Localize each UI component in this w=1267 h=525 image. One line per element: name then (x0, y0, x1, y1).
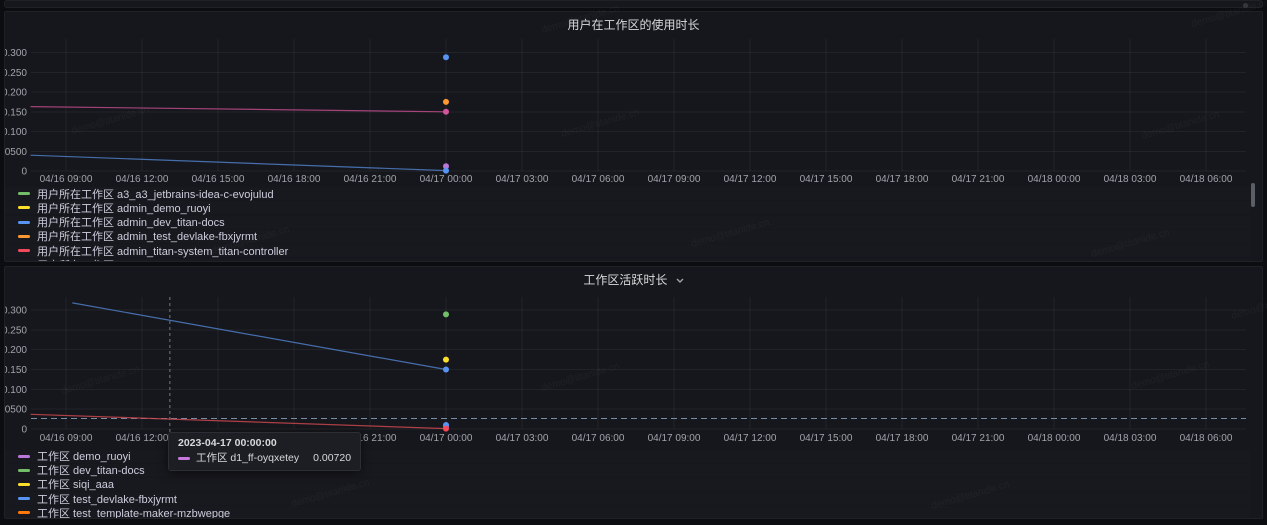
svg-text:04/18 03:00: 04/18 03:00 (1104, 433, 1157, 444)
legend-item[interactable]: 用户所在工作区 a3_a3_jetbrains-idea-c-evojulud (5, 187, 1250, 200)
chart-tooltip: 2023-04-17 00:00:00 工作区 d1_ff-oyqxetey 0… (168, 432, 361, 471)
tooltip-timestamp: 2023-04-17 00:00:00 (178, 437, 351, 450)
svg-text:04/16 09:00: 04/16 09:00 (40, 433, 93, 444)
tooltip-value: 0.00720 (313, 452, 351, 465)
svg-text:0.250: 0.250 (5, 325, 27, 336)
svg-text:04/17 21:00: 04/17 21:00 (952, 174, 1005, 185)
series-color-marker (18, 206, 30, 209)
panel-title[interactable]: 工作区活跃时长 (5, 271, 1262, 288)
dashboard: 用户在工作区的使用时长 0 0.0500 0.100 0.150 0.200 0.250 0… (0, 0, 1267, 525)
legend-item[interactable]: 工作区 test_devlake-fbxjyrmt (5, 492, 1250, 505)
legend-item[interactable]: 工作区 test_template-maker-mzbwepge (5, 506, 1250, 519)
series-color-marker (18, 511, 30, 514)
svg-text:0.0500: 0.0500 (5, 147, 27, 158)
series-color-marker (18, 455, 30, 458)
svg-text:0: 0 (21, 425, 27, 436)
series-color-marker (18, 469, 30, 472)
series-color-marker (18, 483, 30, 486)
svg-text:0.200: 0.200 (5, 345, 27, 356)
svg-text:04/17 15:00: 04/17 15:00 (800, 433, 853, 444)
svg-text:04/16 15:00: 04/16 15:00 (192, 174, 245, 185)
legend-item[interactable]: 用户所在工作区 admin_test_devlake-fbxjyrmt (5, 230, 1250, 243)
collapsed-row[interactable] (4, 0, 1263, 8)
series-color-marker (18, 192, 30, 195)
legend-label: 工作区 test_template-maker-mzbwepge (37, 505, 230, 519)
tooltip-series-name: 工作区 d1_ff-oyqxetey (196, 452, 299, 465)
series-color-marker (18, 249, 30, 252)
svg-text:04/17 06:00: 04/17 06:00 (572, 433, 625, 444)
svg-text:04/17 00:00: 04/17 00:00 (420, 174, 473, 185)
panel-title-text: 用户在工作区的使用时长 (567, 18, 699, 32)
legend-label: 用户所在工作区 (37, 257, 114, 262)
svg-text:0.0500: 0.0500 (5, 405, 27, 416)
svg-text:04/17 15:00: 04/17 15:00 (800, 174, 853, 185)
svg-text:0.300: 0.300 (5, 48, 27, 59)
svg-text:04/17 00:00: 04/17 00:00 (420, 433, 473, 444)
svg-text:04/17 12:00: 04/17 12:00 (724, 174, 777, 185)
svg-text:04/16 21:00: 04/16 21:00 (344, 174, 397, 185)
row-menu-icon[interactable] (1243, 3, 1248, 8)
svg-text:0.150: 0.150 (5, 365, 27, 376)
svg-text:04/17 09:00: 04/17 09:00 (648, 433, 701, 444)
svg-text:0: 0 (21, 167, 27, 178)
chevron-down-icon (676, 272, 684, 286)
svg-text:04/17 12:00: 04/17 12:00 (724, 433, 777, 444)
svg-text:04/17 03:00: 04/17 03:00 (496, 433, 549, 444)
legend-item[interactable]: 工作区 siqi_aaa (5, 478, 1250, 491)
svg-text:04/18 03:00: 04/18 03:00 (1104, 174, 1157, 185)
series-color-marker (18, 235, 30, 238)
svg-text:0.250: 0.250 (5, 68, 27, 79)
panel-usage-duration: 用户在工作区的使用时长 0 0.0500 0.100 0.150 0.200 0.250 0… (4, 11, 1263, 262)
svg-text:0.100: 0.100 (5, 385, 27, 396)
svg-text:0.150: 0.150 (5, 107, 27, 118)
svg-text:04/16 12:00: 04/16 12:00 (116, 174, 169, 185)
svg-text:0.100: 0.100 (5, 127, 27, 138)
legend-item[interactable]: 用户所在工作区 admin_titan-system_titan-control… (5, 244, 1250, 257)
svg-text:04/17 21:00: 04/17 21:00 (952, 433, 1005, 444)
svg-text:0.300: 0.300 (5, 306, 27, 317)
svg-text:04/18 00:00: 04/18 00:00 (1028, 433, 1081, 444)
svg-text:04/18 00:00: 04/18 00:00 (1028, 174, 1081, 185)
svg-text:0.200: 0.200 (5, 88, 27, 99)
svg-text:04/16 12:00: 04/16 12:00 (116, 433, 169, 444)
tooltip-series-row: 工作区 d1_ff-oyqxetey 0.00720 (178, 452, 351, 465)
svg-text:04/18 06:00: 04/18 06:00 (1180, 433, 1233, 444)
legend-item[interactable]: 用户所在工作区 (5, 259, 1250, 263)
svg-text:04/17 03:00: 04/17 03:00 (496, 174, 549, 185)
panel-active-duration: 工作区活跃时长 0 0.0500 0.100 0.150 0.200 0.250 0.300… (4, 266, 1263, 519)
legend-scrollbar[interactable] (1251, 183, 1255, 207)
svg-text:04/17 06:00: 04/17 06:00 (572, 174, 625, 185)
panel-title[interactable]: 用户在工作区的使用时长 (5, 16, 1262, 33)
legend-item[interactable]: 用户所在工作区 admin_dev_titan-docs (5, 216, 1250, 229)
legend-item[interactable]: 用户所在工作区 admin_demo_ruoyi (5, 201, 1250, 214)
series-color-marker (18, 221, 30, 224)
svg-text:04/18 06:00: 04/18 06:00 (1180, 174, 1233, 185)
svg-text:04/17 18:00: 04/17 18:00 (876, 433, 929, 444)
svg-text:04/16 09:00: 04/16 09:00 (40, 174, 93, 185)
svg-text:04/17 18:00: 04/17 18:00 (876, 174, 929, 185)
panel-title-text: 工作区活跃时长 (583, 273, 667, 287)
svg-text:04/17 09:00: 04/17 09:00 (648, 174, 701, 185)
series-color-marker (18, 497, 30, 500)
svg-text:04/16 18:00: 04/16 18:00 (268, 174, 321, 185)
series-color-marker (178, 457, 190, 460)
